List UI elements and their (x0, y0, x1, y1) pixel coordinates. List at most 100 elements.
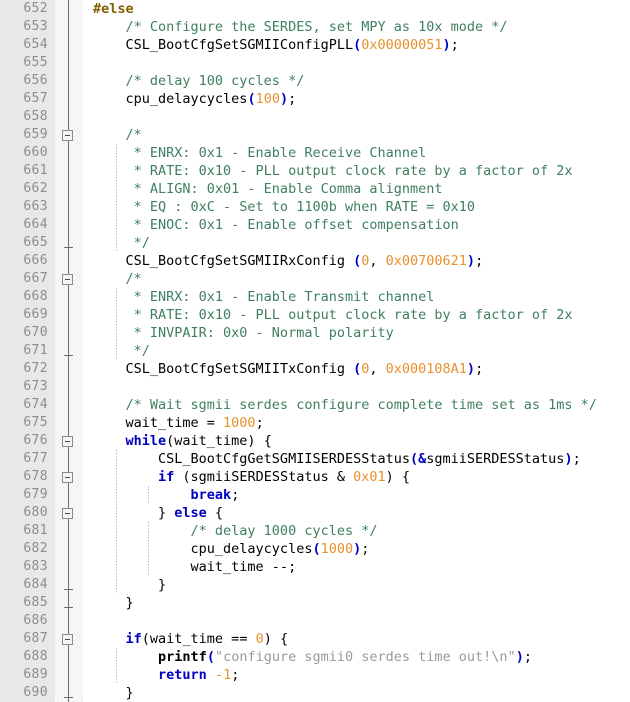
code-line[interactable]: cpu_delaycycles(1000); (83, 540, 630, 558)
indent-guide (116, 324, 117, 342)
code-token-kwb: while (125, 433, 167, 449)
fold-row (55, 0, 83, 18)
code-token-op: } (93, 595, 134, 611)
code-token-cmt: * RATE: 0x10 - PLL output clock rate by … (93, 307, 573, 323)
line-number: 682 (23, 541, 48, 556)
fold-marker-column[interactable] (55, 0, 83, 702)
code-line[interactable] (83, 54, 630, 72)
line-number-gutter[interactable]: 652 653 654 655 656 657 658 659 660 661 662 663 664 6… (0, 0, 55, 702)
code-token-op: } (93, 577, 167, 593)
code-line[interactable]: * RATE: 0x10 - PLL output clock rate by … (83, 162, 630, 180)
code-line[interactable]: /* (83, 270, 630, 288)
fold-row (55, 342, 83, 360)
fold-line (68, 450, 69, 468)
code-token-op: ; (450, 37, 459, 53)
fold-row (55, 90, 83, 108)
code-line[interactable]: wait_time --; (83, 558, 630, 576)
code-line[interactable]: * ENOC: 0x1 - Enable offset compensation (83, 216, 630, 234)
code-token-op: ; (231, 667, 240, 683)
code-line[interactable]: #else (83, 0, 630, 18)
fold-collapse-icon[interactable] (62, 274, 73, 285)
code-token-punc: ( (247, 91, 256, 107)
fold-collapse-icon[interactable] (62, 472, 73, 483)
code-line[interactable]: } (83, 684, 630, 702)
code-line[interactable]: if(wait_time == 0) { (83, 630, 630, 648)
fold-row (55, 180, 83, 198)
indent-guide (116, 522, 117, 540)
line-number: 665 (23, 235, 48, 250)
code-line[interactable]: wait_time = 1000; (83, 414, 630, 432)
fold-collapse-icon[interactable] (62, 634, 73, 645)
code-token-cmt: /* delay 100 cycles */ (93, 73, 305, 89)
fold-collapse-icon[interactable] (62, 130, 73, 141)
code-line[interactable]: CSL_BootCfgSetSGMIIConfigPLL(0x00000051)… (83, 36, 630, 54)
code-token-num: 1000 (223, 415, 256, 431)
code-line[interactable]: /* Wait sgmii serdes configure complete … (83, 396, 630, 414)
code-line[interactable]: /* delay 1000 cycles */ (83, 522, 630, 540)
code-token-op: ; (255, 415, 264, 431)
code-line[interactable] (83, 612, 630, 630)
indent-guide (148, 486, 149, 504)
code-line[interactable]: */ (83, 342, 630, 360)
code-token-punc: ( (206, 649, 215, 665)
code-token-op: ) { (263, 631, 289, 647)
code-line[interactable]: * EQ : 0xC - Set to 1100b when RATE = 0x… (83, 198, 630, 216)
fold-row (55, 558, 83, 576)
code-line[interactable]: CSL_BootCfgGetSGMIISERDESStatus(&sgmiiSE… (83, 450, 630, 468)
code-editor[interactable]: 652 653 654 655 656 657 658 659 660 661 662 663 664 6… (0, 0, 630, 702)
indent-guide (116, 162, 117, 180)
code-token-id: wait_time --; (93, 559, 297, 575)
fold-row (55, 486, 83, 504)
code-line[interactable]: /* Configure the SERDES, set MPY as 10x … (83, 18, 630, 36)
code-line[interactable]: * ENRX: 0x1 - Enable Receive Channel (83, 144, 630, 162)
line-number: 690 (23, 685, 48, 700)
fold-row (55, 252, 83, 270)
code-token-punc: ) (466, 361, 476, 377)
indent-guide (148, 540, 149, 558)
code-token-cmt: * RATE: 0x10 - PLL output clock rate by … (93, 163, 573, 179)
line-number: 663 (23, 199, 48, 214)
fold-collapse-icon[interactable] (62, 436, 73, 447)
code-line[interactable]: while(wait_time) { (83, 432, 630, 450)
code-line[interactable]: /* delay 100 cycles */ (83, 72, 630, 90)
code-line[interactable]: break; (83, 486, 630, 504)
indent-guide (116, 198, 117, 216)
code-line[interactable] (83, 108, 630, 126)
indent-guide (116, 288, 117, 306)
line-number: 662 (23, 181, 48, 196)
line-number: 670 (23, 325, 48, 340)
line-number: 666 (23, 253, 48, 268)
fold-row (55, 594, 83, 612)
code-line[interactable]: CSL_BootCfgSetSGMIITxConfig (0, 0x000108… (83, 360, 630, 378)
code-line[interactable]: if (sgmiiSERDESStatus & 0x01) { (83, 468, 630, 486)
fold-row (55, 198, 83, 216)
code-line[interactable]: * RATE: 0x10 - PLL output clock rate by … (83, 306, 630, 324)
line-number: 667 (23, 271, 48, 286)
fold-row (55, 504, 83, 522)
code-line[interactable]: } (83, 594, 630, 612)
code-line[interactable]: } else { (83, 504, 630, 522)
fold-line (68, 414, 69, 432)
code-line[interactable]: printf("configure sgmii0 serdes time out… (83, 648, 630, 666)
code-token-op: ; (231, 487, 240, 503)
code-token-op: } (93, 505, 175, 521)
code-text-area[interactable]: #else /* Configure the SERDES, set MPY a… (83, 0, 630, 702)
code-line[interactable]: * ENRX: 0x1 - Enable Transmit channel (83, 288, 630, 306)
code-line[interactable]: * INVPAIR: 0x0 - Normal polarity (83, 324, 630, 342)
fold-row (55, 36, 83, 54)
code-line[interactable]: cpu_delaycycles(100); (83, 90, 630, 108)
fold-row (55, 126, 83, 144)
code-line[interactable]: */ (83, 234, 630, 252)
code-token-cmt: /* delay 1000 cycles */ (93, 523, 378, 539)
code-token-punc: ( (353, 37, 362, 53)
code-token-id: (sgmiiSERDESStatus (174, 469, 337, 485)
code-token-id (93, 433, 126, 449)
fold-collapse-icon[interactable] (62, 508, 73, 519)
code-line[interactable]: * ALIGN: 0x01 - Enable Comma alignment (83, 180, 630, 198)
code-line[interactable]: CSL_BootCfgSetSGMIIRxConfig (0, 0x007006… (83, 252, 630, 270)
code-line[interactable]: /* (83, 126, 630, 144)
code-line[interactable] (83, 378, 630, 396)
code-line[interactable]: return -1; (83, 666, 630, 684)
code-line[interactable]: } (83, 576, 630, 594)
line-number: 673 (23, 379, 48, 394)
